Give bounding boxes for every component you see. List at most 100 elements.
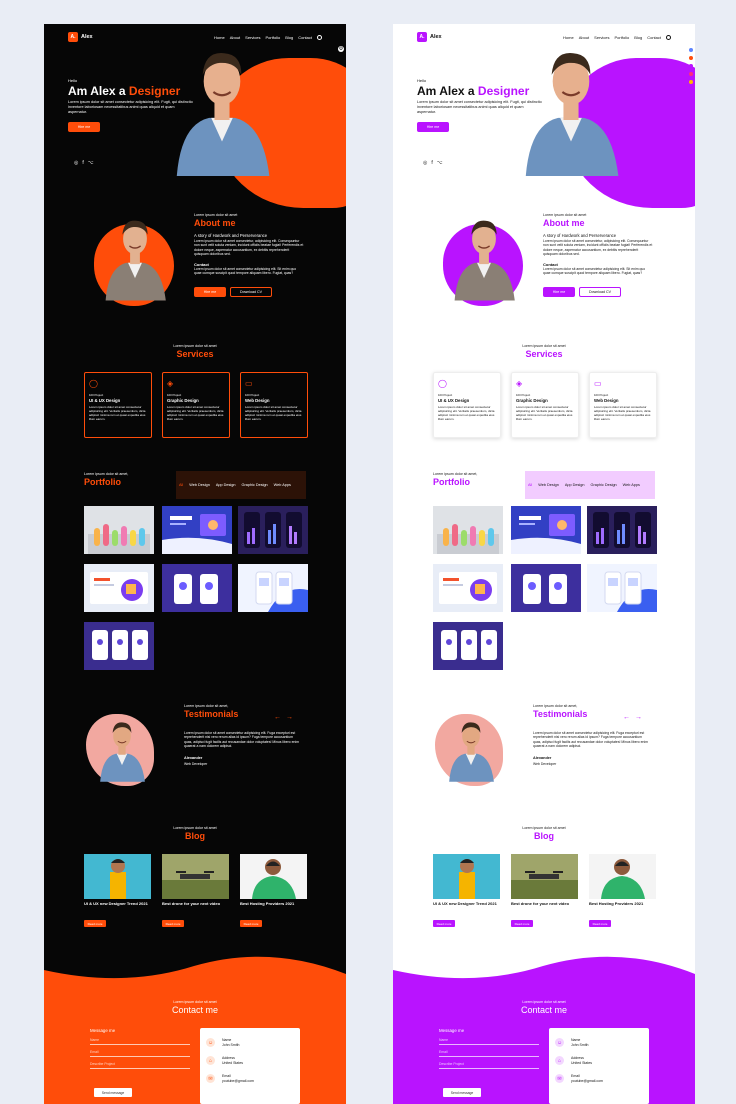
nav-link-about[interactable]: About: [230, 35, 240, 40]
blog-title[interactable]: UI & UX new Designer Trend 2021: [84, 901, 154, 906]
portfolio-tab-all[interactable]: All: [528, 483, 532, 487]
blog-image[interactable]: [240, 854, 307, 899]
contact-field-name[interactable]: Name: [439, 1038, 539, 1045]
portfolio-item[interactable]: [238, 564, 308, 612]
blog-title[interactable]: Best drone for your next video: [511, 901, 581, 906]
nav-link-home[interactable]: Home: [214, 35, 225, 40]
blog-title[interactable]: Best Hosting Providers 2021: [240, 901, 310, 906]
about-contact-text: Lorem ipsum dolor sit amet consectetur a…: [543, 267, 646, 276]
portfolio-item[interactable]: [238, 506, 308, 554]
nav-link-home[interactable]: Home: [563, 35, 574, 40]
portfolio-item[interactable]: [162, 506, 232, 554]
gear-icon[interactable]: ⚙: [338, 46, 344, 52]
read-more-button[interactable]: Read more: [84, 920, 106, 927]
nav-link-portfolio[interactable]: Portfolio: [615, 35, 630, 40]
portfolio-item[interactable]: [84, 622, 154, 670]
nav-link-contact[interactable]: Contact: [647, 35, 661, 40]
github-icon[interactable]: ⌥: [88, 160, 94, 166]
next-arrow-icon[interactable]: →: [635, 714, 642, 721]
facebook-icon[interactable]: f: [431, 160, 432, 166]
contact-field-describe[interactable]: Describe Project: [439, 1062, 539, 1069]
portfolio-tab-web-apps[interactable]: Web Apps: [274, 483, 291, 487]
blog-image[interactable]: [433, 854, 500, 899]
logo[interactable]: A. Alex: [417, 32, 442, 42]
read-more-button[interactable]: Read more: [589, 920, 611, 927]
portfolio-item[interactable]: [433, 506, 503, 554]
portfolio-item[interactable]: [162, 564, 232, 612]
instagram-icon[interactable]: ◎: [74, 160, 78, 166]
blog-image[interactable]: [589, 854, 656, 899]
contact-field-email[interactable]: Email: [439, 1050, 539, 1057]
contact-field-describe[interactable]: Describe Project: [90, 1062, 190, 1069]
download-cv-button[interactable]: Download CV: [230, 287, 272, 297]
portfolio-tab-web-apps[interactable]: Web Apps: [623, 483, 640, 487]
service-card[interactable]: ▭ 100 Project Web Design Lorem ipsum dol…: [589, 372, 657, 438]
service-card[interactable]: ◈ 100 Project Graphic Design Lorem ipsum…: [511, 372, 579, 438]
blog-image[interactable]: [84, 854, 151, 899]
portfolio-tab-app-design[interactable]: App Design: [565, 483, 585, 487]
github-icon[interactable]: ⌥: [437, 160, 443, 166]
portfolio-item[interactable]: [433, 564, 503, 612]
portfolio-tab-web-design[interactable]: Web Design: [538, 483, 559, 487]
service-card[interactable]: ◯ 100 Project UI & UX Design Lorem ipsum…: [433, 372, 501, 438]
blog-title[interactable]: Best Hosting Providers 2021: [589, 901, 659, 906]
portfolio-item[interactable]: [84, 506, 154, 554]
portfolio-item[interactable]: [511, 506, 581, 554]
read-more-button[interactable]: Read more: [511, 920, 533, 927]
prev-arrow-icon[interactable]: ←: [274, 714, 281, 721]
contact-field-email[interactable]: Email: [90, 1050, 190, 1057]
theme-toggle-icon[interactable]: [317, 34, 322, 40]
send-message-button[interactable]: Send message: [443, 1088, 481, 1097]
read-more-button[interactable]: Read more: [162, 920, 184, 927]
prev-arrow-icon[interactable]: ←: [623, 714, 630, 721]
nav-link-portfolio[interactable]: Portfolio: [266, 35, 281, 40]
nav-link-services[interactable]: Services: [594, 35, 609, 40]
service-card[interactable]: ▭ 100 Project Web Design Lorem ipsum dol…: [240, 372, 308, 438]
read-more-button[interactable]: Read more: [433, 920, 455, 927]
nav-link-contact[interactable]: Contact: [298, 35, 312, 40]
nav-link-blog[interactable]: Blog: [634, 35, 642, 40]
hire-me-button[interactable]: Hire me: [543, 287, 575, 297]
portfolio-tab-web-design[interactable]: Web Design: [189, 483, 210, 487]
portfolio-tab-app-design[interactable]: App Design: [216, 483, 236, 487]
portfolio-tab-graphic-design[interactable]: Graphic Design: [242, 483, 268, 487]
nav-link-services[interactable]: Services: [245, 35, 260, 40]
theme-color-picker[interactable]: [689, 48, 693, 84]
color-swatch[interactable]: [689, 48, 693, 52]
send-message-button[interactable]: Send message: [94, 1088, 132, 1097]
contact-info-value: youtube@gmail.com: [222, 1078, 254, 1083]
blog-title[interactable]: Best drone for your next video: [162, 901, 232, 906]
nav-link-about[interactable]: About: [579, 35, 589, 40]
nav-link-blog[interactable]: Blog: [285, 35, 293, 40]
service-card[interactable]: ◯ 100 Project UI & UX Design Lorem ipsum…: [84, 372, 152, 438]
blog-image[interactable]: [511, 854, 578, 899]
hire-me-button[interactable]: Hire me: [68, 122, 100, 132]
portfolio-item[interactable]: [587, 564, 657, 612]
color-swatch[interactable]: [689, 64, 693, 68]
nav-menu: Home About Services Portfolio Blog Contact: [563, 34, 671, 40]
service-card[interactable]: ◈ 100 Project Graphic Design Lorem ipsum…: [162, 372, 230, 438]
portfolio-item[interactable]: [433, 622, 503, 670]
hire-me-button[interactable]: Hire me: [194, 287, 226, 297]
instagram-icon[interactable]: ◎: [423, 160, 427, 166]
contact-field-name[interactable]: Name: [90, 1038, 190, 1045]
portfolio-item[interactable]: [511, 564, 581, 612]
logo[interactable]: A. Alex: [68, 32, 93, 42]
read-more-button[interactable]: Read more: [240, 920, 262, 927]
color-swatch[interactable]: [689, 72, 693, 76]
theme-toggle-icon[interactable]: [666, 34, 671, 40]
portfolio-tab-graphic-design[interactable]: Graphic Design: [591, 483, 617, 487]
portfolio-item[interactable]: [587, 506, 657, 554]
facebook-icon[interactable]: f: [82, 160, 83, 166]
contact-title: Contact me: [171, 1005, 219, 1015]
portfolio-item[interactable]: [84, 564, 154, 612]
download-cv-button[interactable]: Download CV: [579, 287, 621, 297]
color-swatch[interactable]: [689, 80, 693, 84]
hire-me-button[interactable]: Hire me: [417, 122, 449, 132]
services-kicker: Lorem ipsum dolor sit amet: [522, 344, 566, 348]
portfolio-tab-all[interactable]: All: [179, 483, 183, 487]
blog-title[interactable]: UI & UX new Designer Trend 2021: [433, 901, 503, 906]
color-swatch[interactable]: [689, 56, 693, 60]
blog-image[interactable]: [162, 854, 229, 899]
next-arrow-icon[interactable]: →: [286, 714, 293, 721]
